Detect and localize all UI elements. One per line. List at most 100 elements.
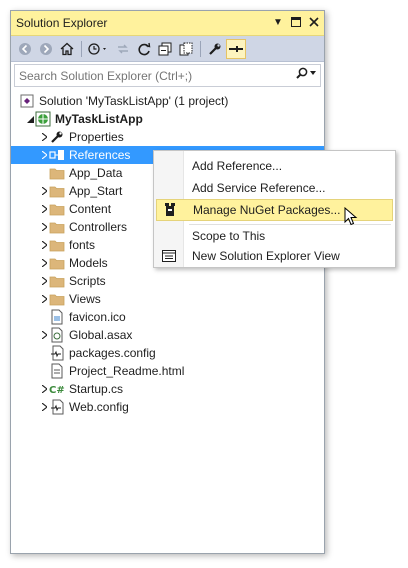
tree-item-web-config[interactable]: Web.config — [11, 398, 324, 416]
folder-icon — [49, 219, 65, 235]
search-options[interactable] — [296, 67, 316, 79]
folder-icon — [49, 273, 65, 289]
arrow-placeholder — [39, 164, 49, 182]
folder-icon — [49, 183, 65, 199]
tree-item-startup-cs[interactable]: C# Startup.cs — [11, 380, 324, 398]
toolbar — [11, 36, 324, 62]
tree-item-solution[interactable]: Solution 'MyTaskListApp' (1 project) — [11, 92, 324, 110]
collapsed-arrow-icon[interactable] — [39, 236, 49, 254]
menu-item-label: Add Reference... — [192, 159, 283, 173]
tree-item-label: packages.config — [69, 346, 156, 360]
tree-item-global-asax[interactable]: Global.asax — [11, 326, 324, 344]
tree-item-label: References — [69, 148, 131, 162]
tree-item-label: MyTaskListApp — [55, 112, 143, 126]
menu-item-add-reference[interactable]: Add Reference... — [156, 155, 393, 177]
folder-icon — [49, 165, 65, 181]
refresh-icon[interactable] — [134, 39, 154, 59]
wrench-icon — [49, 129, 65, 145]
tree-item-label: Content — [69, 202, 112, 216]
collapsed-arrow-icon[interactable] — [39, 128, 49, 146]
search-icon — [296, 67, 308, 79]
context-menu: Add Reference... Add Service Reference..… — [153, 150, 396, 268]
config-file-icon — [49, 399, 65, 415]
title-buttons: ▼ — [270, 14, 322, 30]
dropdown-arrow-icon[interactable]: ▼ — [270, 14, 286, 30]
tree-item-label: Global.asax — [69, 328, 133, 342]
tree-item-label: App_Start — [69, 184, 123, 198]
tree-item-label: Properties — [69, 130, 124, 144]
folder-icon — [49, 237, 65, 253]
mouse-cursor-icon — [344, 206, 358, 230]
preview-selected-items-icon[interactable] — [226, 38, 246, 59]
solution-explorer-panel: Solution Explorer ▼ Search Solution Expl… — [10, 10, 325, 554]
arrow-placeholder — [39, 344, 49, 362]
tree-item-label: favicon.ico — [69, 310, 126, 324]
tree-item-packages-config[interactable]: packages.config — [11, 344, 324, 362]
toolbar-separator — [81, 40, 82, 57]
collapsed-arrow-icon[interactable] — [39, 182, 49, 200]
tree-item-label: Controllers — [69, 220, 128, 234]
close-icon[interactable] — [306, 14, 322, 30]
tree-item-project-readme-html[interactable]: Project_Readme.html — [11, 362, 324, 380]
collapsed-arrow-icon[interactable] — [39, 200, 49, 218]
references-icon — [49, 147, 65, 163]
collapsed-arrow-icon[interactable] — [39, 380, 49, 398]
forward-icon[interactable] — [36, 39, 56, 59]
collapsed-arrow-icon[interactable] — [39, 254, 49, 272]
collapsed-arrow-icon[interactable] — [39, 218, 49, 236]
show-all-files-icon[interactable] — [176, 39, 196, 59]
tree-item-label: Web.config — [69, 400, 129, 414]
chevron-down-icon — [310, 71, 316, 75]
tree-item-label: Solution 'MyTaskListApp' (1 project) — [39, 94, 229, 108]
history-dropdown-icon[interactable] — [86, 39, 112, 59]
new-view-icon — [156, 250, 182, 262]
config-file-icon — [49, 345, 65, 361]
expanded-arrow-icon[interactable] — [25, 110, 35, 128]
tree-item-label: Project_Readme.html — [69, 364, 185, 378]
menu-item-add-service-reference[interactable]: Add Service Reference... — [156, 177, 393, 199]
tree-item-project[interactable]: MyTaskListApp — [11, 110, 324, 128]
tree-item-scripts[interactable]: Scripts — [11, 272, 324, 290]
tree-item-label: fonts — [69, 238, 96, 252]
arrow-placeholder — [39, 362, 49, 380]
tree-item-views[interactable]: Views — [11, 290, 324, 308]
tree-item-label: Views — [69, 292, 101, 306]
tree-item-properties[interactable]: Properties — [11, 128, 324, 146]
maximize-icon[interactable] — [288, 14, 304, 30]
home-icon[interactable] — [57, 39, 77, 59]
search-input[interactable] — [15, 67, 281, 84]
panel-title: Solution Explorer — [16, 16, 108, 30]
sync-icon[interactable] — [113, 39, 133, 59]
collapse-all-icon[interactable] — [155, 39, 175, 59]
web-project-icon — [35, 111, 51, 127]
tree-item-label: App_Data — [69, 166, 123, 180]
collapsed-arrow-icon[interactable] — [39, 326, 49, 344]
menu-item-label: Scope to This — [192, 229, 266, 243]
solution-icon — [19, 93, 35, 109]
arrow-placeholder — [39, 308, 49, 326]
svg-text:C#: C# — [49, 385, 65, 396]
folder-icon — [49, 255, 65, 271]
toolbar-separator — [200, 40, 201, 57]
tree-item-label: Startup.cs — [69, 382, 124, 396]
asax-file-icon — [49, 327, 65, 343]
properties-wrench-icon[interactable] — [205, 39, 225, 59]
image-file-icon — [49, 309, 65, 325]
title-bar: Solution Explorer ▼ — [11, 11, 324, 36]
back-icon[interactable] — [15, 39, 35, 59]
folder-icon — [49, 201, 65, 217]
html-file-icon — [49, 363, 65, 379]
collapsed-arrow-icon[interactable] — [39, 290, 49, 308]
menu-item-label: Manage NuGet Packages... — [193, 203, 341, 217]
nuget-icon — [157, 203, 183, 217]
collapsed-arrow-icon[interactable] — [39, 146, 49, 164]
menu-item-label: Add Service Reference... — [192, 181, 326, 195]
collapsed-arrow-icon[interactable] — [39, 398, 49, 416]
menu-item-new-solution-explorer-view[interactable]: New Solution Explorer View — [156, 245, 393, 267]
tree-item-label: Models — [69, 256, 108, 270]
folder-icon — [49, 291, 65, 307]
csharp-file-icon: C# — [49, 381, 65, 397]
tree-item-favicon-ico[interactable]: favicon.ico — [11, 308, 324, 326]
collapsed-arrow-icon[interactable] — [39, 272, 49, 290]
search-box[interactable] — [14, 64, 321, 87]
